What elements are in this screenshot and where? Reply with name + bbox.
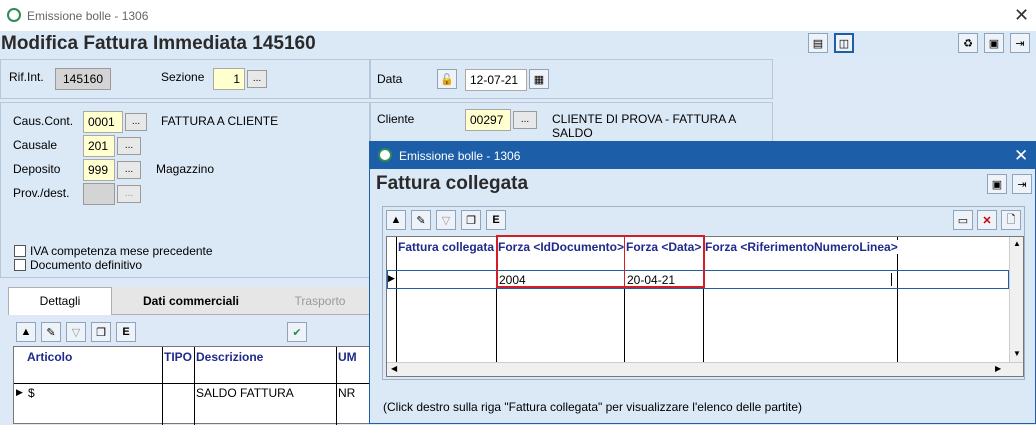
filter-icon[interactable]: ▽ — [66, 322, 86, 342]
dialog-row-pointer-icon: ▶ — [388, 273, 395, 283]
col-descrizione: Descrizione — [196, 350, 264, 364]
dialog-edit-list-icon[interactable]: ✎ — [411, 210, 431, 230]
rif-label: Rif.Int. — [9, 70, 44, 84]
tab-dettagli[interactable]: Dettagli — [8, 287, 112, 315]
iva-label: IVA competenza mese precedente — [30, 244, 213, 258]
main-titlebar: Emissione bolle - 1306 ✕ — [0, 0, 1036, 31]
col-fattura-collegata: Fattura collegata — [398, 240, 495, 254]
col-tipo: TIPO — [164, 350, 193, 364]
highlight-box — [496, 235, 705, 288]
scroll-right-icon[interactable]: ▶ — [995, 364, 1001, 373]
dialog-new-icon[interactable]: 🗋 — [1001, 210, 1021, 230]
dialog-grid-frame: ▲ ✎ ▽ ❐ E ▭ ✕ 🗋 Fattura collegata Forza … — [382, 206, 1025, 380]
cliente-field[interactable]: 00297 — [465, 109, 511, 131]
cell-articolo[interactable]: $ — [28, 386, 35, 400]
causale-field[interactable]: 201 — [83, 135, 115, 157]
dialog-title: Emissione bolle - 1306 — [399, 149, 521, 163]
causale-label: Causale — [13, 138, 58, 152]
deposito-field[interactable]: 999 — [83, 159, 115, 181]
checklist-icon[interactable]: ✔ — [287, 322, 307, 342]
caus-cont-label: Caus.Cont. — [13, 114, 74, 128]
row-pointer-icon: ▶ — [16, 387, 23, 397]
dialog-exit-icon[interactable]: ⇥ — [1012, 174, 1032, 194]
document-icon[interactable]: ▤ — [808, 33, 828, 53]
doc-def-label: Documento definitivo — [30, 258, 143, 272]
window-title: Emissione bolle - 1306 — [27, 9, 149, 23]
prov-lookup-button: ... — [117, 185, 141, 203]
dialog-move-up-icon[interactable]: ▲ — [386, 210, 406, 230]
dialog-grid: Fattura collegata Forza <IdDocumento> Fo… — [386, 235, 1024, 377]
sezione-label: Sezione — [161, 70, 205, 84]
cliente-desc: CLIENTE DI PROVA - FATTURA A SALDO — [552, 112, 736, 140]
date-panel: Data 🔓 12-07-21 ▦ — [370, 59, 773, 99]
dialog-heading: Fattura collegata — [376, 173, 529, 194]
dialog-window-icon[interactable]: ▭ — [953, 210, 973, 230]
scroll-up-icon[interactable]: ▲ — [1013, 239, 1021, 248]
dialog-copy-icon[interactable]: ❐ — [461, 210, 481, 230]
caus-cont-field[interactable]: 0001 — [83, 111, 123, 133]
sezione-field[interactable]: 1 — [213, 68, 245, 90]
dialog-export-icon[interactable]: E — [486, 210, 506, 230]
split-view-icon[interactable]: ◫ — [834, 33, 854, 53]
deposito-label: Deposito — [13, 162, 61, 176]
caus-cont-lookup-button[interactable]: ... — [125, 113, 147, 131]
dialog-save-icon[interactable]: ▣ — [987, 174, 1007, 194]
close-icon[interactable]: ✕ — [1014, 6, 1029, 24]
fattura-collegata-dialog: Emissione bolle - 1306 ✕ Fattura collega… — [369, 141, 1036, 424]
dialog-titlebar: Emissione bolle - 1306 ✕ — [370, 142, 1035, 169]
tab-dati-commerciali[interactable]: Dati commerciali — [114, 288, 268, 314]
details-grid: Articolo TIPO Descrizione UM ▶ $ SALDO F… — [13, 346, 371, 425]
copy-icon[interactable]: ❐ — [91, 322, 111, 342]
exit-icon[interactable]: ⇥ — [1010, 33, 1030, 53]
horizontal-scrollbar[interactable]: ◀ ▶ — [387, 362, 1023, 376]
sezione-lookup-button[interactable]: ... — [247, 70, 267, 88]
data-field[interactable]: 12-07-21 — [465, 69, 527, 91]
causale-lookup-button[interactable]: ... — [117, 137, 141, 155]
data-label: Data — [377, 72, 403, 86]
cliente-lookup-button[interactable]: ... — [513, 111, 537, 129]
heading-bar: Modifica Fattura Immediata 145160 ▤ ◫ ♻ … — [0, 31, 1036, 57]
page-title: Modifica Fattura Immediata 145160 — [1, 33, 316, 54]
tab-trasporto[interactable]: Trasporto — [270, 288, 370, 314]
col-forza-riferimento: Forza <RiferimentoNumeroLinea> — [705, 240, 898, 254]
dialog-delete-icon[interactable]: ✕ — [977, 210, 997, 230]
tab-bar: Dettagli Dati commerciali Trasporto — [8, 287, 370, 315]
causale-panel: Caus.Cont. 0001 ... FATTURA A CLIENTE Ca… — [0, 102, 370, 278]
prov-field — [83, 183, 115, 205]
app-icon — [7, 8, 21, 22]
iva-checkbox[interactable] — [14, 245, 26, 257]
trash-icon[interactable]: ♻ — [958, 33, 978, 53]
caus-cont-desc: FATTURA A CLIENTE — [161, 114, 279, 128]
edit-list-icon[interactable]: ✎ — [41, 322, 61, 342]
deposito-desc: Magazzino — [156, 162, 215, 176]
scroll-left-icon[interactable]: ◀ — [391, 364, 397, 373]
col-articolo: Articolo — [27, 350, 73, 364]
doc-def-checkbox[interactable] — [14, 259, 26, 271]
col-um: UM — [338, 350, 357, 364]
header-panel: Rif.Int. 145160 Sezione 1 ... — [0, 59, 370, 99]
move-up-icon[interactable]: ▲ — [16, 322, 36, 342]
scroll-down-icon[interactable]: ▼ — [1013, 349, 1021, 358]
dialog-app-icon — [378, 148, 392, 162]
save-icon[interactable]: ▣ — [984, 33, 1004, 53]
deposito-lookup-button[interactable]: ... — [117, 161, 141, 179]
dialog-footer-hint: (Click destro sulla riga "Fattura colleg… — [383, 400, 802, 414]
lock-icon[interactable]: 🔓 — [437, 69, 457, 89]
prov-label: Prov./dest. — [13, 186, 70, 200]
export-icon[interactable]: E — [116, 322, 136, 342]
cell-um[interactable]: NR — [338, 386, 355, 400]
cliente-label: Cliente — [377, 112, 415, 126]
grid-toolbar: ▲ ✎ ▽ ❐ E ✔ — [13, 322, 370, 346]
dialog-close-icon[interactable]: ✕ — [1014, 146, 1028, 166]
cell-descrizione[interactable]: SALDO FATTURA — [196, 386, 294, 400]
dialog-filter-icon[interactable]: ▽ — [436, 210, 456, 230]
calendar-icon[interactable]: ▦ — [529, 69, 549, 89]
vertical-scrollbar[interactable]: ▲ ▼ — [1009, 237, 1023, 362]
rif-field: 145160 — [55, 68, 111, 90]
cliente-panel: Cliente 00297 ... CLIENTE DI PROVA - FAT… — [370, 102, 773, 142]
